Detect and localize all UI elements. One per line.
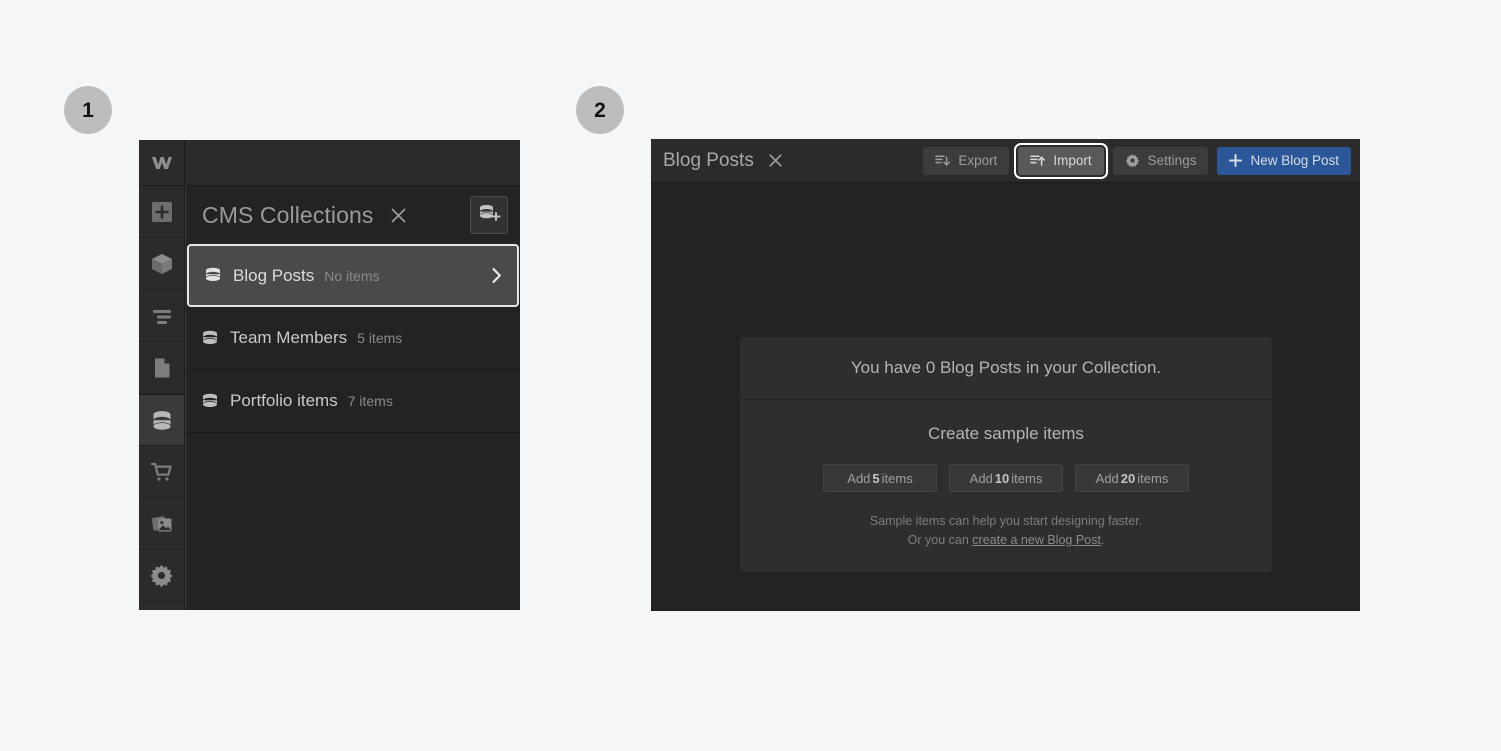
collection-body: You have 0 Blog Posts in your Collection… [651,183,1360,611]
sidebar-item-settings-panel[interactable] [139,550,184,602]
collection-row-blog-posts[interactable]: Blog Posts No items [187,244,519,307]
database-icon [200,330,220,347]
sample-item-buttons: Add 5 items Add 10 items Add 20 items [823,464,1189,492]
add-5-items-prefix: Add [847,470,871,486]
step-badge-2: 2 [576,86,624,134]
step-badge-2-label: 2 [594,98,606,122]
assets-images-icon [150,512,174,536]
step-badge-1-label: 1 [82,98,94,122]
import-button-label: Import [1053,153,1092,168]
sidebar-item-add-panel[interactable] [139,186,184,238]
database-icon [203,267,223,284]
new-blog-post-button-label: New Blog Post [1250,153,1339,168]
export-button-label: Export [958,153,998,168]
create-sample-items-title: Create sample items [928,424,1084,443]
gear-icon [1125,153,1140,168]
cms-database-icon [149,407,175,433]
left-toolbar-rail [139,140,184,610]
export-down-icon [935,154,951,168]
sidebar-item-navigator-panel[interactable] [139,290,184,342]
add-10-items-suffix: items [1011,470,1043,486]
components-cube-icon [150,252,174,276]
page-title: CMS Collections [202,201,374,228]
add-element-icon [150,200,174,224]
new-blog-post-button[interactable]: New Blog Post [1217,146,1351,175]
sidebar-item-components-panel[interactable] [139,238,184,290]
collection-item-count: No items [324,267,380,284]
sidebar-item-cms-panel[interactable] [139,394,184,446]
settings-button[interactable]: Settings [1112,146,1209,175]
add-5-items-button[interactable]: Add 5 items [823,464,937,492]
collection-name: Portfolio items [230,391,338,410]
add-collection-button[interactable] [470,196,508,234]
settings-button-label: Settings [1147,153,1197,168]
plus-icon [1229,154,1243,167]
collection-toolbar: Blog Posts Export Import Settings New Bl… [651,139,1360,183]
empty-state-note-line-2: Or you can create a new Blog Post. [870,531,1142,550]
cms-collections-list: Blog Posts No items Team Members 5 items… [186,244,520,433]
export-button[interactable]: Export [923,146,1010,175]
create-new-blog-post-link[interactable]: create a new Blog Post [972,533,1101,547]
sidebar-item-ecommerce-panel[interactable] [139,446,184,498]
designer-canvas-area: CMS Collections Blog Posts No items Team… [184,140,520,610]
designer-panel-screenshot-1: CMS Collections Blog Posts No items Team… [139,140,520,610]
close-icon[interactable] [388,204,410,226]
collection-item-count: 5 items [357,330,403,346]
note-prefix: Or you can [907,532,973,547]
add-5-items-count: 5 [872,470,880,486]
collection-name: Blog Posts [233,265,315,285]
sidebar-item-assets-panel[interactable] [139,498,184,550]
add-20-items-button[interactable]: Add 20 items [1075,464,1189,492]
collection-row-portfolio-items[interactable]: Portfolio items 7 items [186,370,520,433]
empty-state-note: Sample items can help you start designin… [870,512,1142,550]
empty-state-note-line-1: Sample items can help you start designin… [869,514,1143,528]
database-plus-icon [477,202,501,229]
add-20-items-suffix: items [1137,470,1169,486]
rail-spacer [139,602,184,610]
webflow-logo-icon[interactable] [139,140,184,186]
database-icon [200,393,220,410]
add-10-items-prefix: Add [969,470,993,486]
chevron-right-icon[interactable] [490,266,503,285]
collection-tab-title: Blog Posts [663,149,754,171]
close-icon[interactable] [766,151,786,171]
add-5-items-suffix: items [881,470,913,486]
empty-state-card: You have 0 Blog Posts in your Collection… [740,337,1272,572]
toolbar-actions: Export Import Settings New Blog Post [923,142,1351,179]
import-button[interactable]: Import [1014,142,1108,179]
navigator-layers-icon [150,304,174,328]
create-sample-items-section: Create sample items Add 5 items Add 10 i… [740,400,1272,572]
add-10-items-button[interactable]: Add 10 items [949,464,1063,492]
pages-document-icon [150,356,174,380]
empty-state-headline: You have 0 Blog Posts in your Collection… [740,337,1272,400]
settings-gear-icon [149,563,174,588]
cms-collections-panel: CMS Collections Blog Posts No items Team… [185,186,520,610]
note-suffix: . [1100,532,1105,547]
cms-collection-editor-screenshot-2: Blog Posts Export Import Settings New Bl… [651,139,1360,611]
add-20-items-prefix: Add [1095,470,1119,486]
add-20-items-count: 20 [1120,470,1136,486]
cms-panel-header: CMS Collections [186,186,520,244]
sidebar-item-pages-panel[interactable] [139,342,184,394]
import-up-icon [1030,154,1046,168]
step-badge-1: 1 [64,86,112,134]
ecommerce-cart-icon [150,460,174,484]
collection-item-count: 7 items [347,393,393,409]
designer-topbar [185,140,520,186]
collection-name: Team Members [230,328,348,347]
cms-list-empty-space [186,433,520,610]
collection-row-team-members[interactable]: Team Members 5 items [186,307,520,370]
add-10-items-count: 10 [994,470,1010,486]
